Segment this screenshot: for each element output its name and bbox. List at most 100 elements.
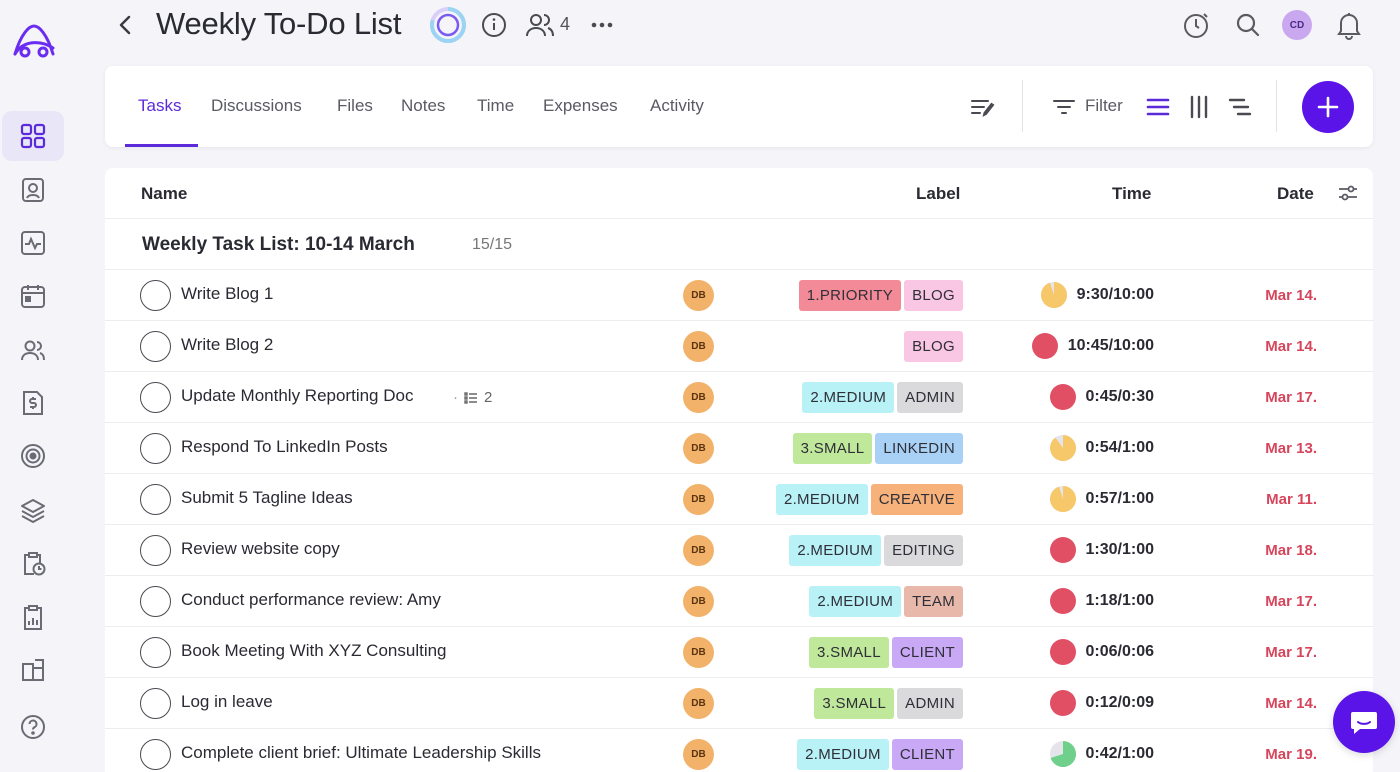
task-complete-checkbox[interactable] — [140, 280, 171, 311]
table-row[interactable]: Conduct performance review: Amy DB 2.MEDIU… — [105, 576, 1373, 627]
time-tracked[interactable]: 9:30/10:00 — [1040, 282, 1154, 308]
tab-tasks[interactable]: Tasks — [138, 96, 181, 116]
task-complete-checkbox[interactable] — [140, 586, 171, 617]
task-name[interactable]: Submit 5 Tagline Ideas — [181, 488, 353, 508]
filter-icon[interactable] — [1051, 94, 1077, 120]
time-tracked[interactable]: 0:06/0:06 — [1049, 639, 1154, 665]
label-tag[interactable]: 2.MEDIUM — [809, 586, 902, 617]
task-name[interactable]: Write Blog 2 — [181, 335, 273, 355]
label-tag[interactable]: CLIENT — [891, 637, 963, 668]
label-tag[interactable]: CLIENT — [891, 739, 963, 770]
table-row[interactable]: Book Meeting With XYZ Consulting DB 3.SMAL… — [105, 627, 1373, 678]
sidebar-item-people[interactable] — [2, 325, 64, 375]
sidebar-item-apps[interactable] — [2, 645, 64, 695]
app-logo-icon[interactable] — [11, 20, 57, 60]
sidebar-item-reports[interactable] — [2, 592, 64, 642]
table-row[interactable]: Complete client brief: Ultimate Leadersh… — [105, 729, 1373, 772]
label-tag[interactable]: 2.MEDIUM — [775, 484, 868, 515]
table-row[interactable]: Log in leave DB 3.SMALL ADMIN 0:12/0:09 Mar 1… — [105, 678, 1373, 729]
label-tag[interactable]: 2.MEDIUM — [789, 535, 882, 566]
add-task-button[interactable] — [1302, 81, 1354, 133]
label-tag[interactable]: 2.MEDIUM — [802, 382, 895, 413]
assignee-avatar[interactable]: DB — [683, 637, 714, 668]
sidebar-item-invoices[interactable] — [2, 378, 64, 428]
filter-label[interactable]: Filter — [1085, 96, 1123, 116]
tab-files[interactable]: Files — [337, 96, 373, 116]
due-date[interactable]: Mar 18. — [1265, 542, 1317, 559]
members-icon[interactable] — [525, 11, 555, 39]
more-options-icon[interactable] — [589, 12, 615, 38]
due-date[interactable]: Mar 17. — [1265, 389, 1317, 406]
assignee-avatar[interactable]: DB — [683, 688, 714, 719]
sidebar-item-timesheets[interactable] — [2, 538, 64, 588]
task-complete-checkbox[interactable] — [140, 637, 171, 668]
task-name[interactable]: Book Meeting With XYZ Consulting — [181, 641, 447, 661]
task-complete-checkbox[interactable] — [140, 688, 171, 719]
gantt-view-icon[interactable] — [1227, 94, 1253, 120]
back-arrow-icon[interactable] — [115, 12, 135, 38]
column-header-date[interactable]: Date — [1277, 184, 1314, 204]
label-tag[interactable]: 3.SMALL — [809, 637, 889, 668]
task-name[interactable]: Review website copy — [181, 539, 340, 559]
label-tag[interactable]: ADMIN — [897, 382, 963, 413]
table-row[interactable]: Write Blog 1 DB 1.PRIORITY BLOG 9:30/10:00 Ma… — [105, 270, 1373, 321]
due-date[interactable]: Mar 14. — [1265, 695, 1317, 712]
list-view-icon[interactable] — [1145, 94, 1171, 120]
task-complete-checkbox[interactable] — [140, 382, 171, 413]
label-tag[interactable]: BLOG — [904, 331, 963, 362]
assignee-avatar[interactable]: DB — [683, 586, 714, 617]
label-tag[interactable]: CREATIVE — [870, 484, 963, 515]
assignee-avatar[interactable]: DB — [683, 382, 714, 413]
task-complete-checkbox[interactable] — [140, 433, 171, 464]
label-tag[interactable]: 1.PRIORITY — [798, 280, 902, 311]
time-tracked[interactable]: 0:54/1:00 — [1049, 435, 1154, 461]
task-name[interactable]: Complete client brief: Ultimate Leadersh… — [181, 743, 541, 763]
label-tag[interactable]: ADMIN — [897, 688, 963, 719]
sidebar-item-help[interactable] — [2, 702, 64, 752]
subtask-count[interactable]: · 2 — [453, 389, 492, 406]
time-tracked[interactable]: 1:30/1:00 — [1049, 537, 1154, 563]
assignee-avatar[interactable]: DB — [683, 331, 714, 362]
task-complete-checkbox[interactable] — [140, 484, 171, 515]
label-tag[interactable]: 2.MEDIUM — [797, 739, 889, 770]
task-name[interactable]: Log in leave — [181, 692, 273, 712]
progress-ring-icon[interactable] — [429, 6, 467, 44]
time-tracked[interactable]: 0:57/1:00 — [1049, 486, 1154, 512]
due-date[interactable]: Mar 14. — [1265, 287, 1317, 304]
tab-discussions[interactable]: Discussions — [211, 96, 302, 116]
tab-expenses[interactable]: Expenses — [543, 96, 618, 116]
column-settings-icon[interactable] — [1337, 182, 1359, 204]
label-tag[interactable]: TEAM — [904, 586, 963, 617]
task-complete-checkbox[interactable] — [140, 739, 171, 770]
label-tag[interactable]: EDITING — [884, 535, 963, 566]
assignee-avatar[interactable]: DB — [683, 739, 714, 770]
task-name[interactable]: Respond To LinkedIn Posts — [181, 437, 388, 457]
notifications-bell-icon[interactable] — [1335, 10, 1363, 40]
sidebar-item-goals[interactable] — [2, 431, 64, 481]
due-date[interactable]: Mar 17. — [1265, 593, 1317, 610]
assignee-avatar[interactable]: DB — [683, 535, 714, 566]
time-tracked[interactable]: 0:42/1:00 — [1049, 741, 1154, 767]
task-name[interactable]: Conduct performance review: Amy — [181, 590, 441, 610]
sidebar-item-dashboard[interactable] — [2, 111, 64, 161]
table-row[interactable]: Respond To LinkedIn Posts DB 3.SMALL LINKED… — [105, 423, 1373, 474]
table-row[interactable]: Write Blog 2 DB BLOG 10:45/10:00 Mar 14. — [105, 321, 1373, 372]
board-view-icon[interactable] — [1186, 94, 1212, 120]
due-date[interactable]: Mar 11. — [1266, 491, 1317, 508]
time-tracked[interactable]: 0:45/0:30 — [1049, 384, 1154, 410]
time-tracked[interactable]: 10:45/10:00 — [1031, 333, 1154, 359]
label-tag[interactable]: LINKEDIN — [875, 433, 963, 464]
time-tracked[interactable]: 1:18/1:00 — [1049, 588, 1154, 614]
column-header-time[interactable]: Time — [1112, 184, 1151, 204]
tab-activity[interactable]: Activity — [650, 96, 704, 116]
assignee-avatar[interactable]: DB — [683, 433, 714, 464]
sidebar-item-layers[interactable] — [2, 485, 64, 535]
search-icon[interactable] — [1235, 12, 1261, 38]
due-date[interactable]: Mar 17. — [1265, 644, 1317, 661]
tab-notes[interactable]: Notes — [401, 96, 445, 116]
tab-time[interactable]: Time — [477, 96, 514, 116]
label-tag[interactable]: BLOG — [904, 280, 963, 311]
table-row[interactable]: Submit 5 Tagline Ideas DB 2.MEDIUM CREATIVE… — [105, 474, 1373, 525]
edit-list-icon[interactable] — [969, 94, 997, 120]
due-date[interactable]: Mar 14. — [1265, 338, 1317, 355]
